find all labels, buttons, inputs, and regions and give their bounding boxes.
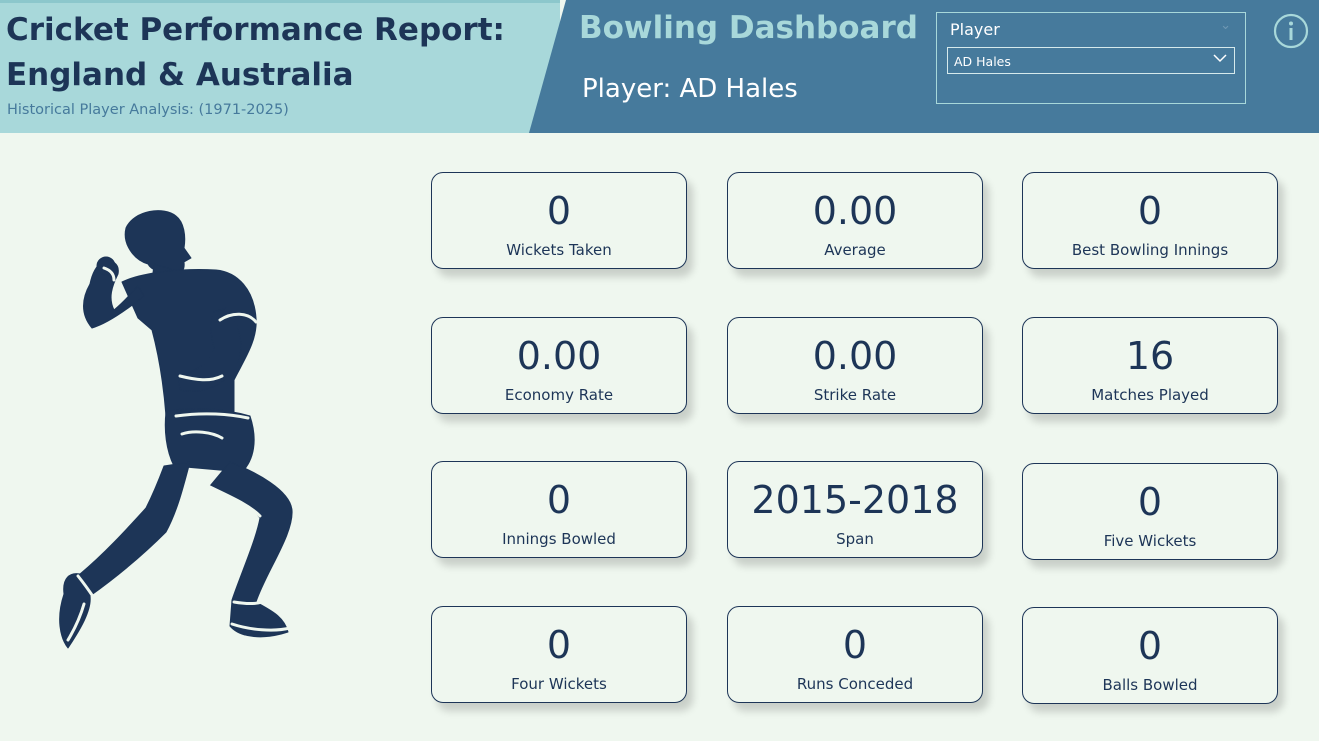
kpi-card-innings-bowled: 0 Innings Bowled <box>431 461 687 558</box>
kpi-label: Economy Rate <box>504 386 614 404</box>
kpi-value: 0 <box>546 478 572 522</box>
info-icon[interactable] <box>1273 13 1309 49</box>
kpi-card-four-wickets: 0 Four Wickets <box>431 606 687 703</box>
kpi-value: 2015-2018 <box>751 478 959 522</box>
kpi-value: 0.00 <box>516 334 602 378</box>
kpi-label: Four Wickets <box>511 675 607 693</box>
kpi-card-five-wickets: 0 Five Wickets <box>1022 463 1278 560</box>
dashboard-title: Bowling Dashboard <box>579 10 918 46</box>
kpi-label: Span <box>836 530 874 548</box>
kpi-label: Average <box>824 241 886 259</box>
kpi-label: Strike Rate <box>813 386 897 404</box>
kpi-value: 0 <box>842 623 868 667</box>
player-dropdown[interactable]: AD Hales <box>947 47 1235 74</box>
kpi-card-span: 2015-2018 Span <box>727 461 983 558</box>
kpi-label: Runs Conceded <box>796 675 914 693</box>
player-slicer: Player ⌄ AD Hales <box>936 12 1246 104</box>
kpi-card-economy-rate: 0.00 Economy Rate <box>431 317 687 414</box>
kpi-value: 0.00 <box>812 334 898 378</box>
kpi-value: 0 <box>1137 480 1163 524</box>
kpi-card-wickets-taken: 0 Wickets Taken <box>431 172 687 269</box>
kpi-label: Innings Bowled <box>502 530 616 548</box>
kpi-value: 0 <box>1137 189 1163 233</box>
kpi-label: Best Bowling Innings <box>1071 241 1229 259</box>
cricket-bowler-icon <box>59 210 293 649</box>
kpi-card-average: 0.00 Average <box>727 172 983 269</box>
kpi-card-matches-played: 16 Matches Played <box>1022 317 1278 414</box>
kpi-card-best-bowling-innings: 0 Best Bowling Innings <box>1022 172 1278 269</box>
selected-player-heading: Player: AD Hales <box>582 74 798 104</box>
kpi-card-strike-rate: 0.00 Strike Rate <box>727 317 983 414</box>
kpi-label: Balls Bowled <box>1102 676 1198 694</box>
kpi-value: 16 <box>1125 334 1175 378</box>
kpi-value: 0 <box>546 623 572 667</box>
report-title: Cricket Performance Report: England & Au… <box>6 12 505 93</box>
slicer-label: Player <box>950 20 1000 39</box>
kpi-card-balls-bowled: 0 Balls Bowled <box>1022 607 1278 704</box>
kpi-value: 0 <box>546 189 572 233</box>
kpi-label: Matches Played <box>1091 386 1209 404</box>
kpi-label: Wickets Taken <box>506 241 612 259</box>
slicer-header-chevron-icon[interactable]: ⌄ <box>1220 18 1231 33</box>
chevron-down-icon <box>1213 54 1227 63</box>
kpi-value: 0.00 <box>812 189 898 233</box>
report-subtitle: Historical Player Analysis: (1971-2025) <box>7 102 289 118</box>
kpi-value: 0 <box>1137 624 1163 668</box>
kpi-card-runs-conceded: 0 Runs Conceded <box>727 606 983 703</box>
player-dropdown-value: AD Hales <box>954 54 1011 69</box>
kpi-label: Five Wickets <box>1103 532 1197 550</box>
